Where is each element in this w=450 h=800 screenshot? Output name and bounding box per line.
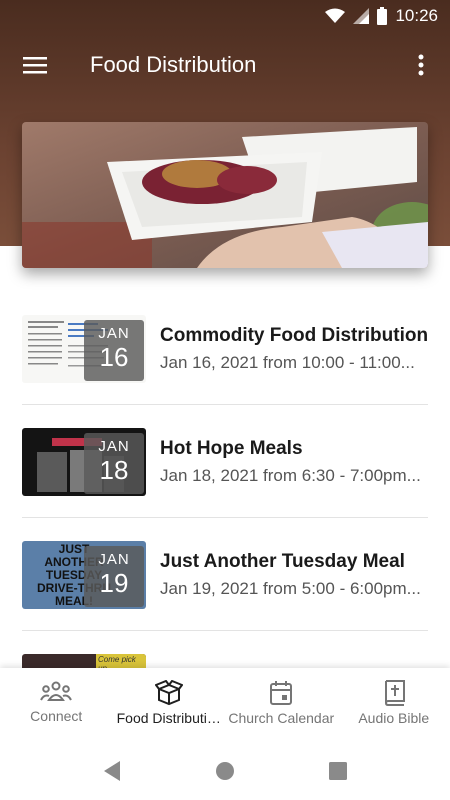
event-list-item[interactable]: JUST ANOTHER TUESDAY DRIVE-THRU MEAL! JA… [0, 518, 450, 631]
hero-image [22, 122, 428, 268]
tab-connect[interactable]: Connect [0, 668, 113, 740]
date-month: JAN [98, 325, 130, 342]
box-icon [154, 680, 183, 706]
status-time: 10:26 [395, 6, 438, 25]
event-list-item[interactable]: JAN 16 Commodity Food Distribution Jan 1… [0, 292, 450, 405]
date-day: 18 [99, 455, 129, 485]
battery-icon [377, 7, 388, 25]
tab-audio-bible[interactable]: Audio Bible [338, 668, 450, 740]
tab-label: Church Calendar [228, 710, 335, 726]
overflow-menu-button[interactable] [400, 44, 442, 86]
recents-icon[interactable] [328, 760, 348, 782]
calendar-icon [270, 681, 293, 705]
tab-label: Food Distributi… [116, 710, 221, 726]
event-title: Hot Hope Meals [160, 438, 303, 459]
bottom-navigation: Connect Food Distributi… Church Calendar… [0, 668, 450, 740]
app-bar: Food Distribution [0, 32, 450, 98]
tab-food-distribution[interactable]: Food Distributi… [113, 668, 226, 740]
date-month: JAN [98, 438, 130, 455]
page-title: Food Distribution [90, 52, 257, 77]
event-title: Just Another Tuesday Meal [160, 551, 405, 572]
date-month: JAN [98, 551, 130, 568]
people-icon [40, 681, 73, 701]
date-day: 19 [99, 568, 129, 598]
more-vert-icon [418, 54, 424, 76]
date-day: 16 [99, 342, 129, 372]
wifi-icon [325, 8, 346, 23]
system-navigation-bar [0, 740, 450, 800]
bible-icon [384, 680, 405, 706]
date-badge: JAN 19 [84, 546, 144, 607]
date-badge: JAN 18 [84, 433, 144, 494]
event-date-time: Jan 19, 2021 from 5:00 - 6:00pm... [160, 579, 421, 598]
back-icon[interactable] [102, 760, 122, 782]
tab-church-calendar[interactable]: Church Calendar [225, 668, 338, 740]
event-date-time: Jan 16, 2021 from 10:00 - 11:00... [160, 353, 415, 372]
home-icon[interactable] [215, 760, 235, 782]
menu-button[interactable] [14, 44, 56, 86]
status-bar: 10:26 [0, 0, 450, 32]
event-title: Commodity Food Distribution [160, 325, 429, 346]
tab-label: Connect [30, 708, 83, 724]
date-badge: JAN 16 [84, 320, 144, 381]
tab-label: Audio Bible [358, 710, 430, 726]
cellular-signal-icon [353, 8, 370, 24]
hamburger-menu-icon [23, 57, 47, 74]
event-list-item[interactable]: JAN 18 Hot Hope Meals Jan 18, 2021 from … [0, 405, 450, 518]
event-date-time: Jan 18, 2021 from 6:30 - 7:00pm... [160, 466, 421, 485]
